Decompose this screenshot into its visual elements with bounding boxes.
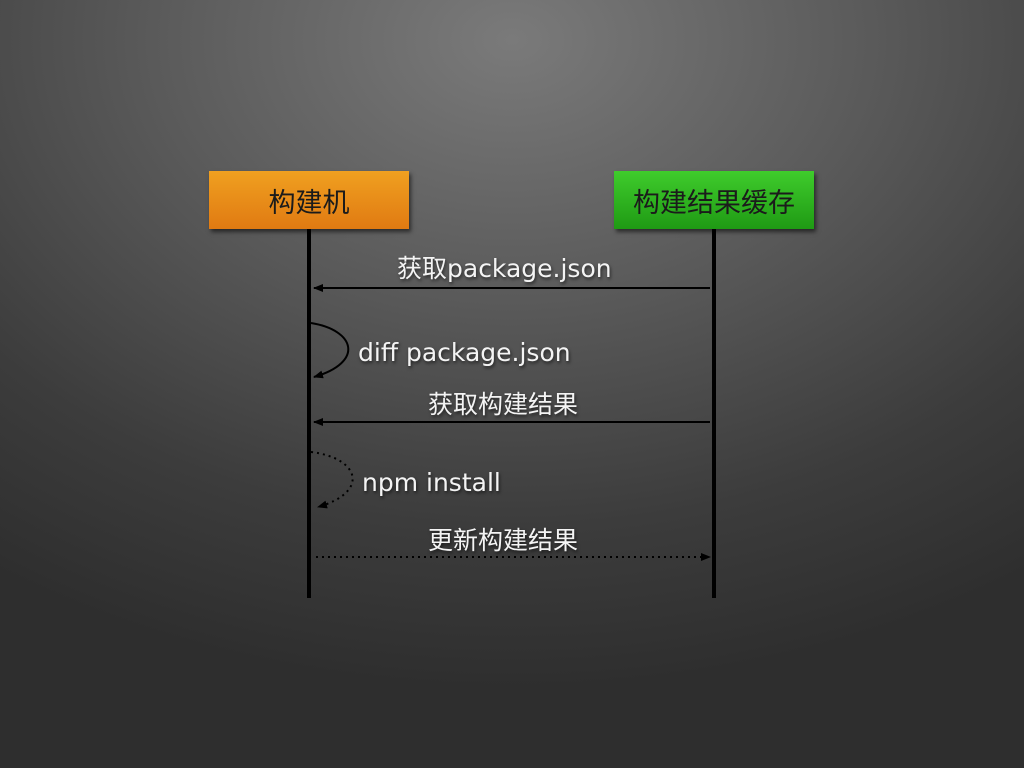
message-label-diff-package-json: diff package.json	[358, 338, 571, 367]
message-label-npm-install: npm install	[362, 468, 501, 497]
sequence-diagram-slide: 构建机 构建结果缓存 获取package.json diff package.j…	[0, 0, 1024, 768]
actor-build-cache: 构建结果缓存	[614, 171, 814, 229]
arrow-diff-package-json	[310, 322, 350, 379]
diagram-lines	[307, 229, 716, 598]
message-label-update-build-result: 更新构建结果	[428, 526, 579, 555]
actor-builder-label: 构建机	[268, 187, 350, 219]
message-label-fetch-package-json: 获取package.json	[397, 254, 612, 283]
actor-builder: 构建机	[209, 171, 409, 229]
message-label-fetch-build-result: 获取构建结果	[428, 390, 579, 419]
actor-build-cache-label: 构建结果缓存	[633, 187, 795, 219]
arrow-npm-install	[310, 451, 354, 509]
